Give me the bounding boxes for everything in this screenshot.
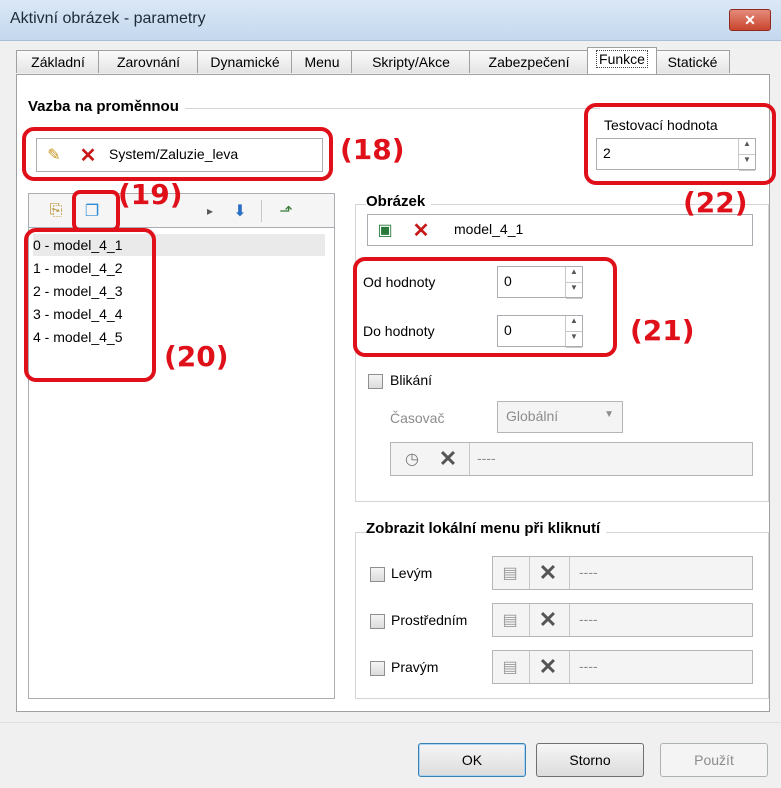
cancel-button[interactable]: Storno: [536, 743, 644, 777]
field-separator: [529, 604, 530, 636]
delete-icon[interactable]: ✕: [537, 607, 559, 632]
middle-click-label: Prostředním: [391, 612, 468, 628]
left-click-label: Levým: [391, 565, 433, 581]
image-group-label: Obrázek: [366, 193, 432, 210]
right-click-menu-field[interactable]: ▤ ✕ ----: [492, 650, 753, 684]
tab-zarovnani[interactable]: Zarovnání: [98, 50, 199, 73]
timer-field-value: ----: [477, 450, 496, 466]
ok-button[interactable]: OK: [418, 743, 526, 777]
clock-icon[interactable]: ◷: [401, 448, 423, 470]
annotation-label-18: (18): [340, 133, 405, 166]
tab-label: Funkce: [596, 50, 648, 68]
annotation-outline-21: [353, 257, 617, 357]
timer-field[interactable]: ◷ ✕ ----: [390, 442, 753, 476]
tab-label: Základní: [31, 54, 85, 70]
binding-group-label: Vazba na proměnnou: [28, 98, 185, 115]
annotation-label-20: (20): [164, 340, 229, 373]
tab-funkce[interactable]: Funkce: [587, 47, 657, 74]
close-icon[interactable]: ✕: [744, 12, 756, 28]
title-bar: Aktivní obrázek - parametry ✕: [0, 0, 781, 41]
menu-field-value: ----: [579, 564, 598, 580]
dialog-window: Aktivní obrázek - parametry ✕ Základní Z…: [0, 0, 781, 788]
field-separator: [529, 557, 530, 589]
blink-label: Blikání: [390, 372, 433, 388]
annotation-outline-22: [584, 103, 776, 185]
field-separator: [569, 557, 570, 589]
timer-label: Časovač: [390, 410, 445, 426]
move-right-icon[interactable]: ▸: [199, 200, 221, 222]
delete-icon[interactable]: ✕: [437, 446, 459, 471]
tab-skripty-akce[interactable]: Skripty/Akce: [351, 50, 471, 73]
image-pick-icon[interactable]: ▣: [374, 219, 396, 241]
delete-icon[interactable]: ✕: [537, 654, 559, 679]
annotation-label-21: (21): [630, 314, 695, 347]
middle-click-menu-field[interactable]: ▤ ✕ ----: [492, 603, 753, 637]
tab-menu[interactable]: Menu: [291, 50, 353, 73]
menu-pick-icon[interactable]: ▤: [499, 656, 521, 678]
export-dropdown-icon[interactable]: ⬏: [275, 200, 297, 222]
image-value: model_4_1: [454, 221, 524, 237]
right-click-checkbox[interactable]: [370, 661, 385, 676]
timer-selected-value: Globální: [506, 408, 559, 424]
field-separator: [529, 651, 530, 683]
field-separator: [569, 604, 570, 636]
chevron-down-icon[interactable]: ▼: [604, 409, 614, 420]
menu-pick-icon[interactable]: ▤: [499, 609, 521, 631]
tab-label: Skripty/Akce: [372, 54, 450, 70]
delete-icon[interactable]: ✕: [410, 219, 432, 242]
menu-field-value: ----: [579, 658, 598, 674]
annotation-outline-20: [24, 228, 156, 382]
tab-label: Menu: [304, 54, 340, 70]
move-down-icon[interactable]: ⬇: [229, 200, 251, 222]
tab-zabezpeceni[interactable]: Zabezpečení: [469, 50, 589, 73]
tab-label: Zarovnání: [116, 54, 181, 70]
timer-select[interactable]: Globální ▼: [497, 401, 623, 433]
annotation-label-19: (19): [118, 178, 183, 211]
annotation-label-22: (22): [683, 186, 748, 219]
tab-label: Dynamické: [210, 54, 280, 70]
tab-zakladni[interactable]: Základní: [16, 50, 100, 73]
menu-field-value: ----: [579, 611, 598, 627]
toolbar-separator: [261, 200, 262, 222]
right-click-label: Pravým: [391, 659, 439, 675]
annotation-outline-19: [72, 190, 120, 232]
left-click-checkbox[interactable]: [370, 567, 385, 582]
field-separator: [469, 443, 470, 475]
delete-icon[interactable]: ✕: [537, 560, 559, 585]
tab-label: Statické: [667, 54, 718, 70]
close-button[interactable]: ✕: [729, 9, 771, 31]
window-title: Aktivní obrázek - parametry: [10, 10, 206, 27]
tab-dynamicke[interactable]: Dynamické: [197, 50, 293, 73]
tab-label: Zabezpečení: [488, 54, 570, 70]
field-separator: [569, 651, 570, 683]
new-item-icon[interactable]: ⎘: [45, 200, 67, 222]
left-click-menu-field[interactable]: ▤ ✕ ----: [492, 556, 753, 590]
blink-checkbox[interactable]: [368, 374, 383, 389]
apply-button[interactable]: Použít: [660, 743, 768, 777]
menu-group-label: Zobrazit lokální menu při kliknutí: [366, 520, 607, 537]
menu-pick-icon[interactable]: ▤: [499, 562, 521, 584]
middle-click-checkbox[interactable]: [370, 614, 385, 629]
tab-staticke[interactable]: Statické: [655, 50, 730, 73]
annotation-outline-18: [22, 127, 333, 181]
